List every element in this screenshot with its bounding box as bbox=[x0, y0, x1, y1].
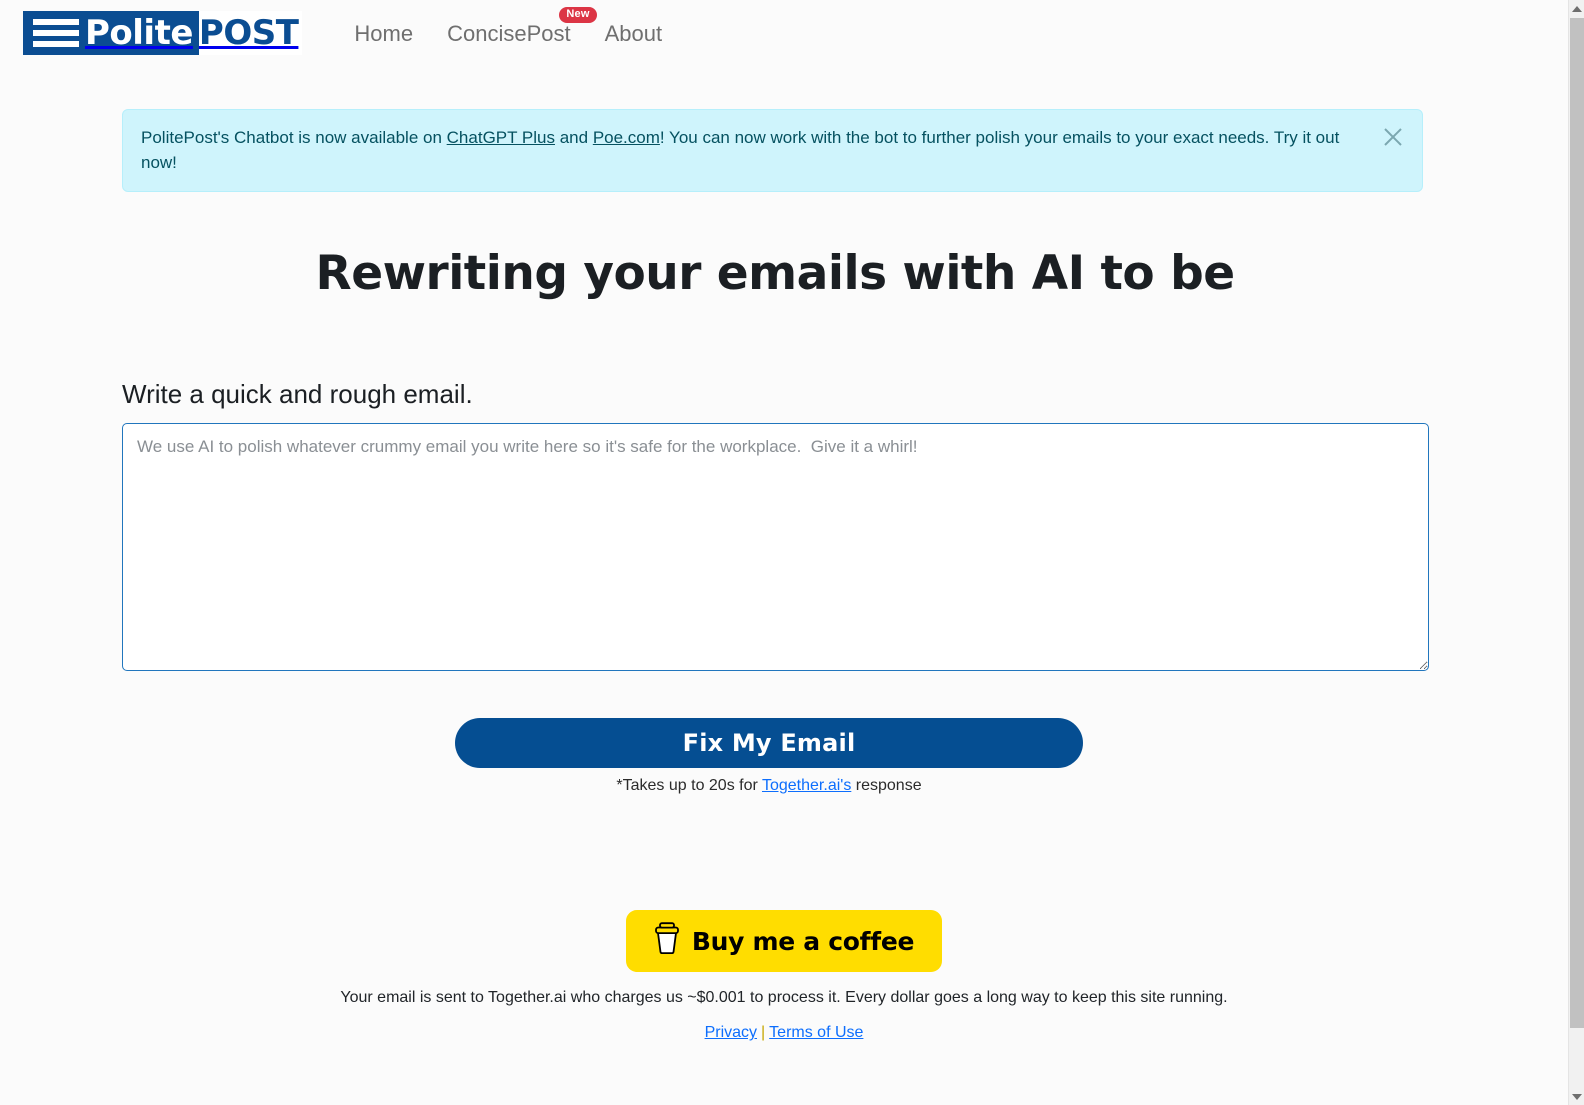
browser-viewport: Polite POST Home ConcisePost New About P… bbox=[0, 0, 1584, 1105]
support-section: Buy me a coffee bbox=[0, 910, 1568, 973]
scrollbar-thumb[interactable] bbox=[1570, 18, 1584, 1028]
alert-link-chatgpt-plus[interactable]: ChatGPT Plus bbox=[447, 128, 555, 147]
submit-note-suffix: response bbox=[851, 777, 922, 795]
email-input-label: Write a quick and rough email. bbox=[122, 379, 473, 410]
hamburger-lines-icon bbox=[33, 19, 79, 47]
together-ai-link[interactable]: Together.ai's bbox=[762, 777, 851, 794]
alert-text-part2: and bbox=[555, 128, 593, 147]
nav-item-home[interactable]: Home bbox=[354, 21, 413, 47]
site-logo[interactable]: Polite POST bbox=[23, 11, 303, 55]
nav-item-concisepost[interactable]: ConcisePost New bbox=[447, 7, 597, 47]
logo-text-secondary: POST bbox=[198, 11, 303, 55]
coffee-cup-icon bbox=[654, 922, 680, 960]
scroll-up-arrow-icon[interactable] bbox=[1569, 0, 1584, 17]
email-input[interactable] bbox=[122, 423, 1429, 672]
footer-separator: | bbox=[761, 1024, 766, 1042]
alert-link-poe[interactable]: Poe.com bbox=[593, 128, 660, 147]
alert-text-part1: PolitePost's Chatbot is now available on bbox=[141, 128, 447, 147]
buy-me-a-coffee-label: Buy me a coffee bbox=[691, 926, 915, 956]
nav-item-about-label: About bbox=[604, 21, 663, 46]
page-content: Polite POST Home ConcisePost New About P… bbox=[0, 0, 1568, 1105]
hero-heading-static: Rewriting your emails with AI to be bbox=[315, 246, 1236, 302]
nav-links: Home ConcisePost New About bbox=[354, 7, 663, 47]
privacy-link[interactable]: Privacy bbox=[705, 1024, 757, 1041]
close-icon[interactable] bbox=[1380, 124, 1406, 150]
nav-item-about[interactable]: About bbox=[605, 21, 663, 47]
logo-text-primary: Polite bbox=[85, 13, 193, 53]
logo-mark-box: Polite bbox=[23, 11, 199, 55]
submit-note-prefix: *Takes up to 20s for bbox=[616, 777, 762, 795]
navbar: Polite POST Home ConcisePost New About bbox=[0, 0, 1568, 66]
terms-of-use-link[interactable]: Terms of Use bbox=[769, 1024, 863, 1041]
submit-section: Fix My Email *Takes up to 20s for Togeth… bbox=[122, 718, 1416, 795]
footer-links: Privacy | Terms of Use bbox=[0, 1024, 1568, 1042]
vertical-scrollbar[interactable] bbox=[1568, 0, 1584, 1105]
fix-my-email-button[interactable]: Fix My Email bbox=[455, 718, 1083, 769]
announcement-alert: PolitePost's Chatbot is now available on… bbox=[122, 109, 1423, 193]
nav-item-home-label: Home bbox=[354, 21, 414, 46]
cost-note: Your email is sent to Together.ai who ch… bbox=[340, 989, 1228, 1007]
buy-me-a-coffee-button[interactable]: Buy me a coffee bbox=[625, 910, 943, 973]
submit-note: *Takes up to 20s for Together.ai's respo… bbox=[122, 777, 1416, 795]
new-badge: New bbox=[559, 7, 597, 23]
email-form: Write a quick and rough email. Fix My Em… bbox=[122, 301, 1429, 795]
scroll-down-arrow-icon[interactable] bbox=[1569, 1088, 1584, 1105]
nav-item-concisepost-label: ConcisePost bbox=[447, 21, 571, 46]
page-title: Rewriting your emails with AI to be bbox=[0, 246, 1568, 301]
